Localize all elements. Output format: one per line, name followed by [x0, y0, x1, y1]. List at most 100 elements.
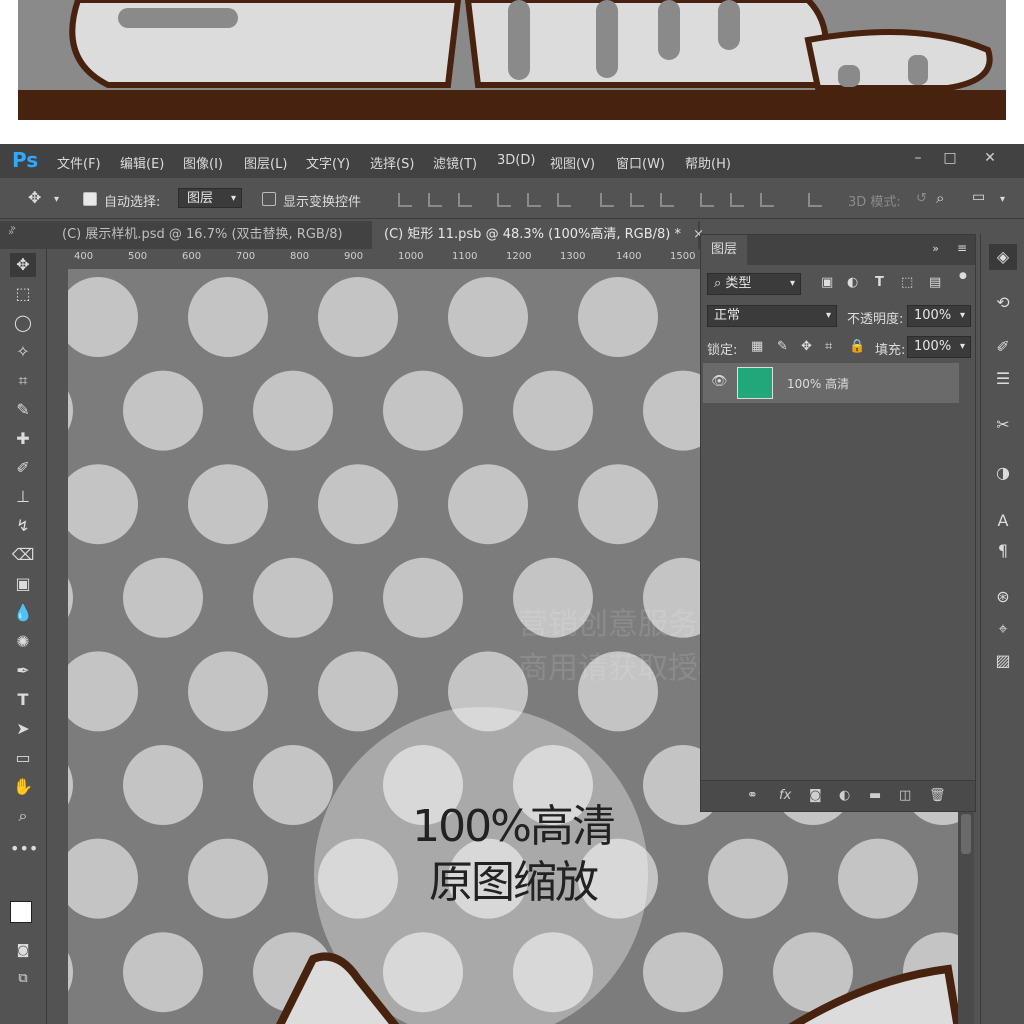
filter-adjustment-icon[interactable]: ◐ [847, 275, 858, 290]
screen-mode-icon[interactable]: ⧉ [10, 967, 36, 991]
eraser-icon[interactable]: ⌫ [10, 543, 36, 567]
show-transform-checkbox[interactable] [262, 192, 276, 206]
workspace-icon[interactable]: ▭ [972, 189, 985, 205]
align-hcenter-icon[interactable] [527, 193, 541, 207]
channels-panel-icon[interactable]: ⊛ [989, 584, 1017, 610]
fx-icon[interactable]: fx [779, 788, 791, 803]
align-right-icon[interactable] [557, 193, 571, 207]
distribute-hcenter-icon[interactable] [730, 193, 744, 207]
crop-icon[interactable]: ⌗ [10, 369, 36, 393]
align-bottom-icon[interactable] [458, 193, 472, 207]
search-icon[interactable]: ⌕ [936, 189, 944, 207]
tab-document-1[interactable]: (C) 展示样机.psd @ 16.7% (双击替换, RGB/8) [50, 221, 368, 249]
align-vcenter-icon[interactable] [428, 193, 442, 207]
magic-wand-icon[interactable]: ✧ [10, 340, 36, 364]
menu-type[interactable]: 文字(Y) [306, 153, 350, 172]
menu-help[interactable]: 帮助(H) [685, 153, 731, 172]
menu-select[interactable]: 选择(S) [370, 153, 414, 172]
filter-pixel-icon[interactable]: ▣ [821, 275, 833, 290]
distribute-vcenter-icon[interactable] [630, 193, 644, 207]
align-left-icon[interactable] [497, 193, 511, 207]
menu-view[interactable]: 视图(V) [550, 153, 595, 172]
blur-icon[interactable]: 💧 [10, 601, 36, 625]
auto-align-icon[interactable] [808, 193, 822, 207]
pen-icon[interactable]: ✒ [10, 659, 36, 683]
maximize-button[interactable]: □ [934, 146, 966, 170]
collapse-icon[interactable]: » [932, 242, 939, 255]
color-panel-icon[interactable]: ◑ [989, 460, 1017, 486]
menu-file[interactable]: 文件(F) [57, 153, 101, 172]
history-panel-icon[interactable]: ⟲ [989, 290, 1017, 316]
chevron-down-icon[interactable]: ▾ [1000, 194, 1005, 205]
type-tool-icon[interactable]: T [10, 688, 36, 712]
menu-filter[interactable]: 滤镜(T) [433, 153, 477, 172]
adjustments-panel-icon[interactable]: ☰ [989, 366, 1017, 392]
more-tools-icon[interactable]: ••• [10, 837, 38, 861]
lock-position-icon[interactable]: ✥ [801, 339, 812, 354]
panel-menu-icon[interactable]: ≡ [957, 241, 967, 255]
lock-all-icon[interactable]: 🔒 [849, 339, 865, 354]
3d-rotate-icon[interactable]: ↺ [916, 191, 927, 206]
move-tool-icon[interactable]: ✥ [10, 253, 36, 277]
eye-icon[interactable]: 👁 [711, 374, 728, 389]
menu-window[interactable]: 窗口(W) [616, 153, 665, 172]
chevron-down-icon[interactable]: ▾ [54, 194, 59, 205]
vertical-scrollbar[interactable] [958, 794, 974, 1024]
fill-input[interactable]: 100% ▾ [907, 336, 971, 358]
distribute-left-icon[interactable] [700, 193, 714, 207]
layer-mask-icon[interactable]: ◙ [809, 788, 822, 803]
gradient-icon[interactable]: ▣ [10, 572, 36, 596]
properties-panel-icon[interactable]: ▨ [989, 648, 1017, 674]
filter-smart-object-icon[interactable]: ▤ [929, 275, 941, 290]
move-tool-icon[interactable]: ✥ [28, 188, 41, 207]
distribute-right-icon[interactable] [760, 193, 774, 207]
lock-transparent-icon[interactable]: ▦ [751, 339, 763, 354]
clone-stamp-icon[interactable]: ⊥ [10, 485, 36, 509]
opacity-input[interactable]: 100% ▾ [907, 305, 971, 327]
layer-row[interactable]: 👁 100% 高清 [703, 363, 959, 403]
auto-select-checkbox[interactable] [83, 192, 97, 206]
collapse-icon[interactable]: » [10, 223, 16, 234]
adjustment-layer-icon[interactable]: ◐ [839, 788, 850, 803]
rectangle-shape-icon[interactable]: ▭ [10, 746, 36, 770]
tab-document-2[interactable]: (C) 矩形 11.psb @ 48.3% (100%高清, RGB/8) * … [372, 221, 704, 249]
layer-filter-select[interactable]: ⌕ 类型 ▾ [707, 273, 801, 295]
sponge-icon[interactable]: ✺ [10, 630, 36, 654]
blend-mode-select[interactable]: 正常 ▾ [707, 305, 837, 327]
lock-pixels-icon[interactable]: ✎ [777, 339, 788, 354]
distribute-bottom-icon[interactable] [660, 193, 674, 207]
history-brush-icon[interactable]: ↯ [10, 514, 36, 538]
foreground-color-swatch[interactable] [10, 901, 32, 923]
tab-layers[interactable]: 图层 [701, 235, 748, 265]
hand-icon[interactable]: ✋ [10, 775, 36, 799]
delete-layer-icon[interactable]: 🗑 [929, 788, 946, 803]
paragraph-panel-icon[interactable]: ¶ [989, 538, 1017, 564]
distribute-top-icon[interactable] [600, 193, 614, 207]
auto-select-target-select[interactable]: 图层 ▾ [178, 188, 242, 208]
brush-presets-icon[interactable]: ✐ [989, 334, 1017, 360]
menu-layer[interactable]: 图层(L) [244, 153, 287, 172]
character-panel-icon[interactable]: A [989, 508, 1017, 534]
eyedropper-icon[interactable]: ✎ [10, 398, 36, 422]
menu-edit[interactable]: 编辑(E) [120, 153, 164, 172]
quick-mask-icon[interactable]: ◙ [10, 939, 36, 963]
scrollbar-thumb[interactable] [961, 814, 971, 854]
paths-panel-icon[interactable]: ⌖ [989, 616, 1017, 642]
link-layers-icon[interactable]: ⚭ [747, 788, 758, 803]
filter-toggle-icon[interactable]: ● [959, 271, 967, 281]
lasso-icon[interactable]: ◯ [10, 311, 36, 335]
brush-icon[interactable]: ✐ [10, 456, 36, 480]
rect-marquee-icon[interactable]: ⬚ [10, 282, 36, 306]
close-button[interactable]: ✕ [974, 146, 1006, 170]
layer-name[interactable]: 100% 高清 [787, 375, 849, 392]
healing-brush-icon[interactable]: ✚ [10, 427, 36, 451]
new-group-icon[interactable]: ▬ [869, 788, 881, 803]
minimize-button[interactable]: – [902, 146, 934, 170]
menu-image[interactable]: 图像(I) [183, 153, 223, 172]
filter-shape-icon[interactable]: ⬚ [901, 275, 913, 290]
lock-artboard-icon[interactable]: ⌗ [825, 339, 832, 354]
path-select-icon[interactable]: ➤ [10, 717, 36, 741]
align-top-icon[interactable] [398, 193, 412, 207]
layers-panel-icon[interactable]: ◈ [989, 244, 1017, 270]
filter-type-icon[interactable]: T [875, 275, 884, 290]
